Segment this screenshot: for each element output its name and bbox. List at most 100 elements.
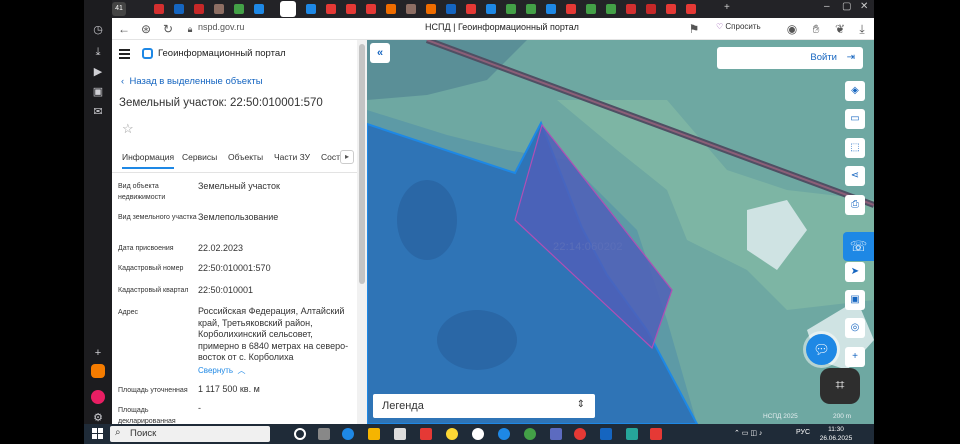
- tab-icon[interactable]: [586, 4, 596, 14]
- app-icon[interactable]: [498, 428, 510, 440]
- zoom-in-icon[interactable]: +: [845, 347, 865, 367]
- tab-icon[interactable]: [234, 4, 244, 14]
- collapse-panel-button[interactable]: «: [370, 43, 390, 63]
- tab-icon[interactable]: [466, 4, 476, 14]
- tab-icon[interactable]: [606, 4, 616, 14]
- tab-icon[interactable]: [154, 4, 164, 14]
- input-language[interactable]: РУС: [796, 429, 810, 436]
- tab-icon[interactable]: [546, 4, 556, 14]
- close-window-icon[interactable]: ✕: [860, 1, 868, 12]
- cortana-icon[interactable]: [294, 428, 306, 440]
- location-icon[interactable]: ◎: [845, 318, 865, 338]
- map-view[interactable]: « Войти ⇥ ◈ ▭ ⬚ ⋖ ⎙ ☏ ➤ ▣ ◎ + 💬︎ ⌗ 22:14:…: [367, 40, 874, 424]
- windows-start-icon[interactable]: [92, 428, 103, 439]
- clock[interactable]: 11:30 26.06.2025: [815, 425, 857, 443]
- mail-app-icon[interactable]: [394, 428, 406, 440]
- explorer-icon[interactable]: [368, 428, 380, 440]
- tab-icon[interactable]: [386, 4, 396, 14]
- field-value: Землепользование: [198, 212, 279, 222]
- tab-icon[interactable]: [446, 4, 456, 14]
- app-icon[interactable]: [91, 364, 105, 378]
- taskbar-search[interactable]: ⌕ Поиск: [110, 426, 270, 442]
- print-icon[interactable]: ⎙: [845, 195, 865, 215]
- tab-icon[interactable]: [646, 4, 656, 14]
- ask-button[interactable]: ♡ Спросить: [716, 22, 761, 31]
- menu-icon[interactable]: [119, 49, 130, 59]
- system-tray-icons[interactable]: ⌃ ▭ ◫ ♪: [734, 429, 762, 437]
- app-icon[interactable]: [650, 428, 662, 440]
- tab-icon[interactable]: [526, 4, 536, 14]
- back-icon[interactable]: ←: [116, 21, 132, 37]
- app-icon[interactable]: [600, 428, 612, 440]
- add-panel-icon[interactable]: +: [88, 343, 108, 363]
- tab-icon[interactable]: [686, 4, 696, 14]
- shield-icon[interactable]: ⊛: [138, 21, 154, 37]
- chat-button[interactable]: 💬︎: [806, 334, 837, 365]
- tab-icon[interactable]: [366, 4, 376, 14]
- login-button[interactable]: Войти ⇥: [717, 47, 863, 69]
- layers-icon[interactable]: ◈: [845, 81, 865, 101]
- tab-services[interactable]: Сервисы: [182, 152, 217, 162]
- yandex-icon[interactable]: [420, 428, 432, 440]
- scrollbar-thumb[interactable]: [359, 44, 365, 284]
- tab-icon[interactable]: [326, 4, 336, 14]
- tab-icon[interactable]: [254, 4, 264, 14]
- tab-info[interactable]: Информация: [122, 152, 175, 169]
- app-icon[interactable]: [446, 428, 458, 440]
- tab-counter-badge[interactable]: 41: [112, 2, 126, 16]
- navigate-icon[interactable]: ➤: [845, 262, 865, 282]
- favorite-star-icon[interactable]: ☆: [122, 121, 134, 137]
- chat-support-icon[interactable]: ☏: [843, 232, 874, 261]
- extension-icon[interactable]: ◉: [784, 21, 800, 37]
- hand-icon[interactable]: ✋︎: [808, 21, 824, 37]
- app-icon[interactable]: [472, 428, 484, 440]
- tab-icon[interactable]: [666, 4, 676, 14]
- leaf-icon[interactable]: ❦: [832, 21, 848, 37]
- ruler-icon[interactable]: ▭: [845, 109, 865, 129]
- tab-icon[interactable]: [194, 4, 204, 14]
- legend-select[interactable]: Легенда ⇕: [373, 394, 595, 418]
- alice-icon[interactable]: [91, 390, 105, 404]
- history-icon[interactable]: ◷: [88, 20, 108, 40]
- tab-icon[interactable]: [306, 4, 316, 14]
- app-icon[interactable]: [550, 428, 562, 440]
- edge-icon[interactable]: [342, 428, 354, 440]
- back-to-selected-link[interactable]: ‹ Назад в выделенные объекты: [121, 76, 263, 87]
- tab-icon[interactable]: [346, 4, 356, 14]
- play-icon[interactable]: ▶: [88, 62, 108, 82]
- tab-parts[interactable]: Части ЗУ: [274, 152, 310, 162]
- add-tab-icon[interactable]: +: [724, 2, 730, 13]
- download-icon[interactable]: ⤓: [88, 42, 108, 62]
- tab-composition[interactable]: Сості: [321, 152, 342, 162]
- bookmark-icon[interactable]: ⚑: [686, 21, 702, 37]
- panel-scrollbar[interactable]: [357, 40, 367, 424]
- tab-icon[interactable]: [174, 4, 184, 14]
- tab-icon[interactable]: [486, 4, 496, 14]
- field-value: 22:50:010001:570: [198, 263, 271, 273]
- reload-icon[interactable]: ↻: [160, 21, 176, 37]
- share-icon[interactable]: ⋖: [845, 166, 865, 186]
- tab-icon[interactable]: [626, 4, 636, 14]
- counter-icon[interactable]: ▣: [88, 82, 108, 102]
- chrome-icon[interactable]: [524, 428, 536, 440]
- tab-icon[interactable]: [506, 4, 516, 14]
- tab-icon[interactable]: [406, 4, 416, 14]
- tab-icon[interactable]: [426, 4, 436, 14]
- tabs-next-button[interactable]: ▸: [340, 150, 354, 164]
- tab-objects[interactable]: Объекты: [228, 152, 263, 162]
- app-icon[interactable]: [626, 428, 638, 440]
- maximize-icon[interactable]: ▢: [842, 1, 851, 12]
- mail-icon[interactable]: ✉: [88, 102, 108, 122]
- downloads-icon[interactable]: ⤓: [854, 21, 870, 37]
- url-text[interactable]: nspd.gov.ru: [198, 22, 244, 32]
- select-area-icon[interactable]: ⬚: [845, 138, 865, 158]
- tab-icon[interactable]: [566, 4, 576, 14]
- active-tab[interactable]: [280, 1, 296, 17]
- tab-icon[interactable]: [214, 4, 224, 14]
- minimap-icon[interactable]: ▣: [845, 290, 865, 310]
- yandex-browser-icon[interactable]: [574, 428, 586, 440]
- minimize-icon[interactable]: –: [824, 1, 830, 12]
- task-view-icon[interactable]: [318, 428, 330, 440]
- collapse-link[interactable]: Свернуть ︿: [198, 365, 246, 376]
- scan-text-icon[interactable]: ⌗: [820, 368, 860, 404]
